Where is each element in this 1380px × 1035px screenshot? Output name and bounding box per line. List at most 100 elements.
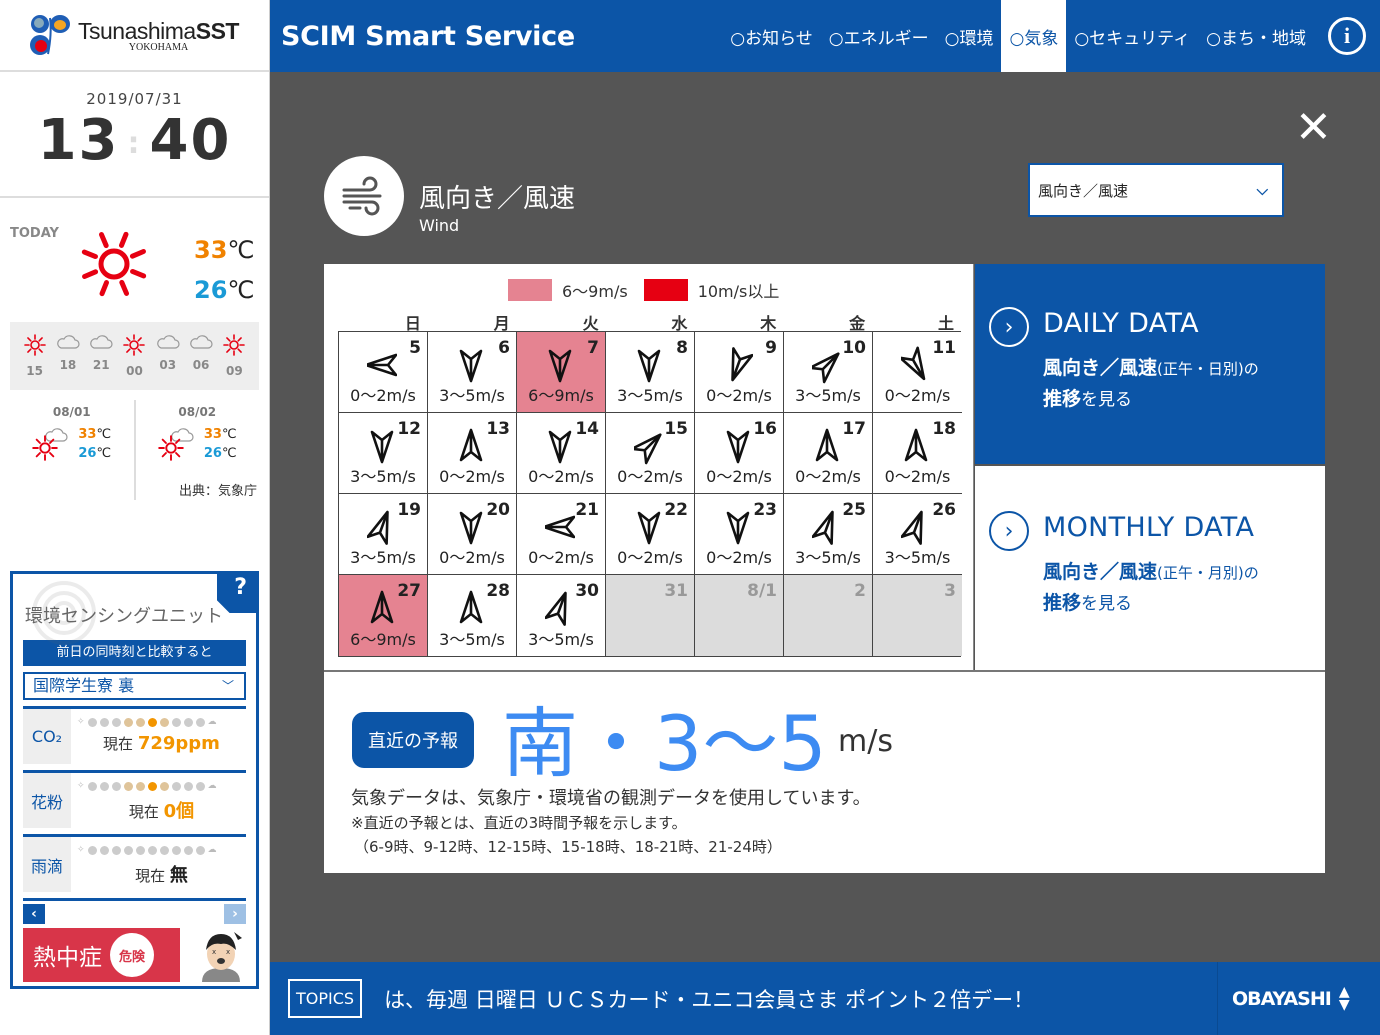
sun-icon	[32, 435, 59, 461]
calendar-day-cell[interactable]: 7 6〜9m/s	[517, 332, 606, 413]
today-label: TODAY	[10, 226, 59, 241]
info-button[interactable]: i	[1328, 17, 1366, 55]
calendar-day-cell[interactable]: 9 0〜2m/s	[695, 332, 784, 413]
wind-speed: 0〜2m/s	[884, 467, 951, 486]
calendar-day-cell[interactable]: 27 6〜9m/s	[339, 575, 428, 656]
nav-item[interactable]: ○お知らせ	[722, 0, 821, 72]
wind-direction-arrow-icon	[367, 353, 397, 377]
forecast-date: 08/02	[178, 405, 217, 419]
wind-direction-arrow-icon	[904, 428, 928, 462]
legend: 6〜9m/s 10m/s以上	[508, 278, 785, 302]
sponsor-name: OBAYASHI	[1232, 987, 1332, 1010]
day-number: 18	[932, 419, 956, 439]
wind-speed: 3〜5m/s	[884, 548, 951, 567]
level-dot	[159, 781, 169, 791]
sensing-unit-panel: ? 環境センシングユニット 前日の同時刻と比較すると 国際学生寮 裏 ﹀ CO₂…	[10, 571, 259, 989]
level-dot	[135, 781, 145, 791]
view-select[interactable]: 風向き／風速 ⌵	[1028, 163, 1284, 217]
clean-icon: ✧	[77, 781, 85, 791]
nav-item[interactable]: ○エネルギー	[821, 0, 937, 72]
wind-speed: 3〜5m/s	[439, 386, 505, 405]
calendar-day-cell[interactable]: 11 0〜2m/s	[873, 332, 962, 413]
calendar-day-cell[interactable]: 19 3〜5m/s	[339, 494, 428, 575]
sensor-label: 雨滴	[23, 837, 71, 892]
sun-icon	[123, 334, 146, 356]
sidebar: TsunashimaSST YOKOHAMA 2019/07/31 13:40 …	[0, 0, 270, 1035]
daily-data-link[interactable]: › DAILY DATA 風向き／風速(正午・日別)の 推移を見る	[975, 264, 1325, 466]
nav-item[interactable]: ○まち・地域	[1198, 0, 1314, 72]
calendar-day-cell[interactable]: 5 0〜2m/s	[339, 332, 428, 413]
calendar-day-cell[interactable]: 18 0〜2m/s	[873, 413, 962, 494]
calendar-day-cell[interactable]: 10 3〜5m/s	[784, 332, 873, 413]
day-number: 22	[664, 500, 688, 520]
clock-date: 2019/07/31	[86, 90, 183, 108]
wind-speed: 0〜2m/s	[439, 548, 505, 567]
hour-time: 00	[126, 364, 143, 378]
level-dot	[147, 845, 157, 855]
close-button[interactable]: ✕	[1295, 106, 1332, 150]
app-title: SCIM Smart Service	[281, 20, 575, 52]
day-number: 12	[397, 419, 421, 439]
day-number: 19	[397, 500, 421, 520]
wind-direction-arrow-icon	[726, 430, 750, 464]
calendar-day-cell[interactable]: 14 0〜2m/s	[517, 413, 606, 494]
nav-item[interactable]: ○環境	[937, 0, 1002, 72]
wind-speed: 0〜2m/s	[884, 386, 951, 405]
nav-item[interactable]: ○気象	[1001, 0, 1067, 72]
view-select-value: 風向き／風速	[1038, 181, 1129, 200]
calendar-day-cell[interactable]: 25 3〜5m/s	[784, 494, 873, 575]
calendar-day-cell[interactable]: 21 0〜2m/s	[517, 494, 606, 575]
forecast-note: 気象データは、気象庁・環境省の観測データを使用しています。	[351, 788, 871, 809]
calendar-day-cell[interactable]: 30 3〜5m/s	[517, 575, 606, 656]
brand-name: TsunashimaSST	[78, 17, 239, 44]
calendar-day-cell[interactable]: 13 0〜2m/s	[428, 413, 517, 494]
calendar-day-cell[interactable]: 17 0〜2m/s	[784, 413, 873, 494]
calendar-day-cell[interactable]: 15 0〜2m/s	[606, 413, 695, 494]
monthly-data-link[interactable]: › MONTHLY DATA 風向き／風速(正午・月別)の 推移を見る	[975, 466, 1325, 670]
day-number: 9	[765, 338, 777, 358]
monthly-data-desc: 風向き／風速(正午・月別)の 推移を見る	[1043, 561, 1259, 614]
sensor-value: 現在 0個	[128, 801, 195, 822]
chevron-down-icon: ﹀	[221, 679, 234, 693]
level-scale: ✧ ☁	[77, 715, 246, 729]
calendar-day-cell[interactable]: 20 0〜2m/s	[428, 494, 517, 575]
wind-speed: 3〜5m/s	[350, 467, 416, 486]
calendar-day-cell[interactable]: 28 3〜5m/s	[428, 575, 517, 656]
hourly-item: 09	[220, 334, 248, 390]
calendar-day-cell[interactable]: 16 0〜2m/s	[695, 413, 784, 494]
wind-speed: 3〜5m/s	[439, 630, 505, 649]
forecast-badge: 直近の予報	[352, 712, 474, 768]
brand-logo[interactable]: TsunashimaSST YOKOHAMA	[0, 0, 269, 72]
forecast-date: 08/01	[52, 405, 91, 419]
level-dot	[99, 781, 109, 791]
nav-item[interactable]: ○セキュリティ	[1066, 0, 1198, 72]
sponsor[interactable]: OBAYASHI ▲ ▼	[1217, 962, 1380, 1035]
monthly-data-title: MONTHLY DATA	[1043, 512, 1255, 543]
level-dot	[159, 717, 169, 727]
calendar-day-cell[interactable]: 8 3〜5m/s	[606, 332, 695, 413]
location-select[interactable]: 国際学生寮 裏 ﹀	[23, 672, 246, 700]
sensor-row: CO₂ ✧ ☁ 現在 729ppm	[23, 706, 246, 764]
wind-speed: 0〜2m/s	[706, 467, 772, 486]
wind-calendar: 6〜9m/s 10m/s以上 日月火水木金土 5 0〜2m/s 6 3〜5m/s 7 …	[324, 264, 974, 670]
next-button[interactable]: ›	[224, 904, 246, 924]
calendar-day-cell: 31	[606, 575, 695, 656]
day-number: 23	[753, 500, 777, 520]
prev-button[interactable]: ‹	[23, 904, 45, 924]
sensor-row: 花粉 ✧ ☁ 現在 0個	[23, 770, 246, 828]
daily-data-title: DAILY DATA	[1043, 308, 1199, 339]
clock-time: 13:40	[37, 108, 232, 173]
sensor-value: 現在 729ppm	[103, 733, 220, 754]
level-dot	[87, 781, 97, 791]
calendar-day-cell[interactable]: 6 3〜5m/s	[428, 332, 517, 413]
calendar-day-cell[interactable]: 26 3〜5m/s	[873, 494, 962, 575]
ticker-text[interactable]: は、毎週 日曜日 ＵＣＳカード・ユニコ会員さま ポイント２倍デー！	[384, 984, 1184, 1014]
level-dot	[99, 717, 109, 727]
level-dot	[183, 845, 193, 855]
calendar-day-cell[interactable]: 12 3〜5m/s	[339, 413, 428, 494]
calendar-day-cell[interactable]: 23 0〜2m/s	[695, 494, 784, 575]
brand-city: YOKOHAMA	[128, 41, 189, 53]
wind-direction-arrow-icon	[637, 349, 661, 383]
day-number: 25	[842, 500, 866, 520]
calendar-day-cell[interactable]: 22 0〜2m/s	[606, 494, 695, 575]
